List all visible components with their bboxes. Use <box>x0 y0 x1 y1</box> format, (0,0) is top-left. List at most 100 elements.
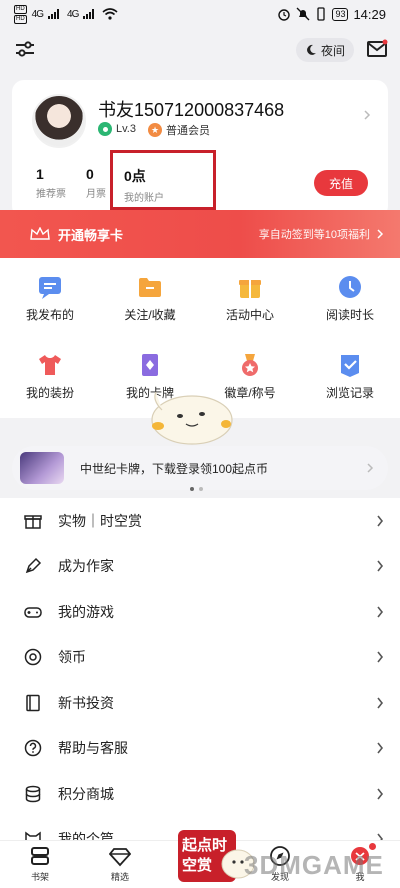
level-badge: Lv.3 <box>98 122 136 136</box>
list-item-help-support[interactable]: 帮助与客服 <box>0 726 400 772</box>
coin-icon <box>24 649 42 666</box>
chevron-right-icon <box>377 560 384 572</box>
event-tag-text: 起点时空赏 <box>182 837 228 874</box>
stat-monthly-ticket[interactable]: 0 月票 <box>86 166 110 200</box>
list-item-label: 成为作家 <box>58 558 114 575</box>
chevron-right-icon <box>377 651 384 663</box>
list-item-label: 新书投资 <box>58 694 114 711</box>
chevron-right-icon <box>377 229 384 239</box>
grid-label: 我的装扮 <box>25 386 74 400</box>
carousel-dots <box>190 487 203 491</box>
nav-featured[interactable]: 精选 <box>90 845 150 883</box>
chevron-right-icon[interactable] <box>362 110 372 120</box>
recharge-button[interactable]: 充值 <box>314 170 368 196</box>
grid-item-browse-history[interactable]: 浏览记录 <box>300 336 400 406</box>
chevron-right-icon <box>377 697 384 709</box>
folder-icon <box>139 278 161 297</box>
stat-value: 1 <box>36 166 44 182</box>
stat-label: 推荐票 <box>36 189 66 200</box>
alarm-icon <box>278 9 291 21</box>
sim-indicators: HD HD <box>14 4 27 24</box>
list-item-claim-coins[interactable]: 领币 <box>0 635 400 681</box>
help-icon <box>24 740 42 757</box>
list-item-points-mall[interactable]: 积分商城 <box>0 771 400 817</box>
moon-icon <box>307 44 316 55</box>
menu-list: 实物｜时空赏 成为作家 我的游戏 领币 新书投资 帮助与客服 积分商城 我的个篇 <box>0 498 400 862</box>
card-icon <box>142 354 158 376</box>
grid-item-event-center[interactable]: 活动中心 <box>200 258 300 328</box>
mascot-illustration <box>151 391 233 445</box>
signal-bars-icon-2 <box>83 9 95 19</box>
stat-label: 月票 <box>86 189 106 200</box>
chevron-right-icon <box>367 463 374 473</box>
stat-value: 0 <box>86 166 94 182</box>
grid-item-reading-time[interactable]: 阅读时长 <box>300 258 400 328</box>
grid-item-follow-collect[interactable]: 关注/收藏 <box>100 258 200 328</box>
notification-dot <box>369 843 376 850</box>
gift-icon <box>239 280 261 298</box>
chevron-right-icon <box>377 606 384 618</box>
book-icon <box>26 694 40 711</box>
history-icon <box>341 355 359 377</box>
settings-sliders-icon[interactable] <box>14 38 36 60</box>
grid-label: 我发布的 <box>25 308 74 322</box>
avatar[interactable] <box>32 94 86 148</box>
list-item-label: 帮助与客服 <box>58 740 128 757</box>
night-mode-button[interactable]: 夜间 <box>296 38 354 62</box>
database-icon <box>25 785 41 803</box>
list-item-my-games[interactable]: 我的游戏 <box>0 589 400 635</box>
grid-label: 活动中心 <box>225 308 274 322</box>
bookshelf-icon <box>31 847 49 865</box>
vip-card-title: 开通畅享卡 <box>58 227 124 243</box>
signal-bars-icon <box>48 9 60 19</box>
list-item-label: 我的游戏 <box>58 603 114 620</box>
promo-thumbnail <box>20 452 64 484</box>
message-icon <box>39 277 61 299</box>
list-item-merch[interactable]: 实物｜时空赏 <box>0 498 400 544</box>
shirt-icon <box>39 355 61 375</box>
night-mode-label: 夜间 <box>320 43 345 58</box>
grid-label: 关注/收藏 <box>124 308 176 322</box>
top-bar: 夜间 <box>0 30 400 70</box>
grid-label: 浏览记录 <box>325 386 374 400</box>
list-item-become-author[interactable]: 成为作家 <box>0 544 400 590</box>
pen-icon <box>25 558 42 574</box>
chevron-right-icon <box>377 515 384 527</box>
level-icon <box>98 122 112 136</box>
wifi-icon <box>102 8 118 20</box>
gamepad-icon <box>24 607 42 618</box>
username: 书友150712000837468 <box>98 100 285 120</box>
stat-recommend-ticket[interactable]: 1 推荐票 <box>36 166 66 200</box>
medal-icon <box>242 354 258 376</box>
promo-banner[interactable]: 中世纪卡牌，下载登录领100起点币 <box>12 446 388 490</box>
clock-icon <box>339 276 361 298</box>
status-right: 93 14:29 <box>277 7 386 22</box>
grid-item-my-posts[interactable]: 我发布的 <box>0 258 100 328</box>
highlight-box <box>110 150 216 210</box>
chevron-right-icon <box>377 788 384 800</box>
status-bar: HD HD 4G 4G 93 14:29 <box>0 0 400 28</box>
nav-label: 书架 <box>30 872 49 882</box>
sim1-badge: HD <box>14 4 27 14</box>
crown-icon <box>30 227 50 240</box>
vibrate-icon <box>317 7 326 21</box>
gift-box-icon <box>24 515 42 529</box>
nav-bookshelf[interactable]: 书架 <box>10 845 70 883</box>
mail-icon[interactable] <box>366 39 388 59</box>
signal2-label: 4G <box>67 8 79 20</box>
battery-level: 93 <box>332 7 349 21</box>
membership-badge: ★ 普通会员 <box>148 122 210 138</box>
membership-label: 普通会员 <box>166 125 210 137</box>
list-item-new-book-invest[interactable]: 新书投资 <box>0 680 400 726</box>
watermark: 3DMGAME <box>244 850 384 880</box>
star-icon: ★ <box>148 123 162 137</box>
level-label: Lv.3 <box>116 123 136 135</box>
chevron-right-icon <box>377 742 384 754</box>
grid-item-my-outfits[interactable]: 我的装扮 <box>0 336 100 406</box>
carousel-dot-active <box>190 487 194 491</box>
vip-card-banner[interactable]: 开通畅享卡 享自动签到等10项福利 <box>0 210 400 258</box>
mute-icon <box>296 7 310 21</box>
nav-label: 精选 <box>110 872 129 882</box>
profile-card[interactable]: 书友150712000837468 Lv.3 ★ 普通会员 1 推荐票 0 月票… <box>12 80 388 218</box>
grid-label: 阅读时长 <box>325 308 374 322</box>
